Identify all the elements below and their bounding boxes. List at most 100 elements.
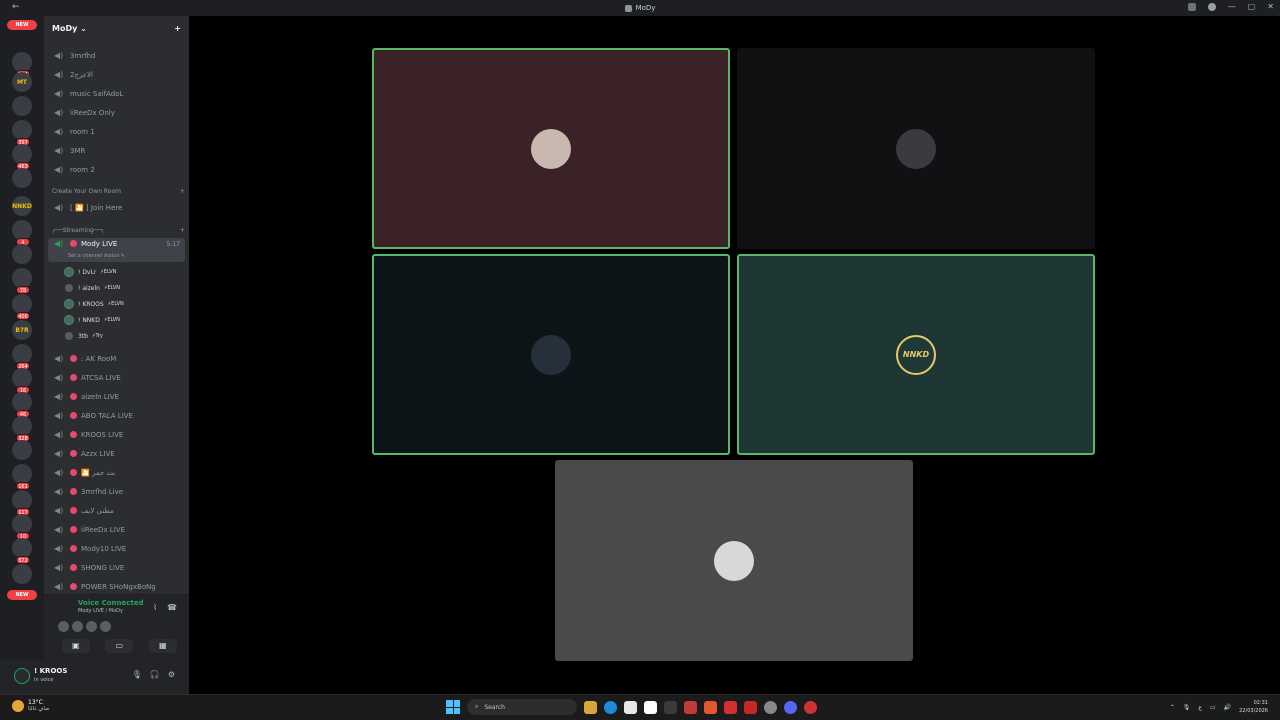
voice-member[interactable]: ! DvLr ⚡ELVN <box>64 265 116 279</box>
voice-status[interactable]: Voice Connected <box>78 599 144 607</box>
server-icon[interactable] <box>12 564 32 584</box>
voice-channel[interactable]: ◀) 3mrfhd <box>48 47 185 64</box>
voice-channel[interactable]: ◀) Azzx LIVE <box>48 445 185 462</box>
volume-icon[interactable]: 🔊 <box>1224 704 1231 711</box>
voice-channel-join-here[interactable]: ◀) [ 🎦 ] Join Here <box>48 199 185 216</box>
voice-member[interactable]: ! NNKD ⚡ELVN <box>64 313 120 327</box>
acrobat-icon[interactable] <box>724 700 737 714</box>
server-icon[interactable]: B7R <box>12 320 32 340</box>
network-icon[interactable]: ▭ <box>1210 704 1216 711</box>
terminal-icon[interactable] <box>664 700 677 714</box>
add-channel-icon[interactable]: + <box>180 227 185 234</box>
tile-3tb[interactable] <box>555 460 913 661</box>
new-servers-pill[interactable]: NEW <box>7 590 37 600</box>
voice-channel[interactable]: ◀) ABO TALA LIVE <box>48 407 185 424</box>
voice-channel[interactable]: ◀) 3MR <box>48 142 185 159</box>
clock[interactable]: 02:31 22/03/2026 <box>1239 699 1268 715</box>
capcut-icon[interactable] <box>764 700 777 714</box>
server-icon[interactable]: 463 <box>12 144 32 170</box>
discord-icon[interactable] <box>784 700 797 714</box>
minimize-button[interactable]: — <box>1228 2 1236 11</box>
server-header[interactable]: MoDy ⌄ + <box>44 16 189 40</box>
tile-dvlr[interactable] <box>372 48 730 249</box>
language-indicator[interactable]: ع <box>1198 704 1202 711</box>
server-icon[interactable]: 78 <box>12 268 32 294</box>
voice-channel[interactable]: ◀) room 1 <box>48 123 185 140</box>
voice-channel-active[interactable]: ◀) Mody LIVE 5:17 Set a channel status ✎ <box>48 238 185 262</box>
tray-mic-icon[interactable]: 🎙 <box>1183 704 1191 711</box>
voice-channel[interactable]: ◀) music SaifAdoL <box>48 85 185 102</box>
screen-share-button[interactable]: ▭ <box>105 639 134 653</box>
voice-channel[interactable]: ◀) مطنى لايف <box>48 502 185 519</box>
server-icon[interactable] <box>12 168 32 188</box>
stream-app-icon[interactable] <box>804 700 817 714</box>
file-explorer-icon[interactable] <box>584 700 597 714</box>
voice-channel[interactable]: ◀) الاعرج2 <box>48 66 185 83</box>
activities-button[interactable]: ▦ <box>148 639 177 653</box>
voice-channel[interactable]: ◀) iiReeDx LIVE <box>48 521 185 538</box>
disconnect-icon[interactable]: ☎ <box>167 603 177 612</box>
settings-gear-icon[interactable]: ⚙ <box>168 670 175 679</box>
server-icon[interactable]: 372 <box>12 538 32 564</box>
voice-channel[interactable]: ◀) ATCSA LIVE <box>48 369 185 386</box>
server-icon[interactable] <box>12 244 32 264</box>
camera-off-button[interactable]: ▣ <box>61 639 90 653</box>
store-icon[interactable] <box>624 700 637 714</box>
microphone-icon[interactable]: 🎙 <box>132 670 142 679</box>
voice-member[interactable]: ! KROOS ⚡ELVN <box>64 297 124 311</box>
voice-member[interactable]: ! aizeln ⚡ELVN <box>64 281 120 295</box>
channel-status-prompt[interactable]: Set a channel status ✎ <box>68 253 125 259</box>
voice-channel[interactable]: ◀) aizeln LIVE <box>48 388 185 405</box>
add-member-icon[interactable]: + <box>174 24 181 33</box>
maximize-button[interactable]: ▢ <box>1248 2 1256 11</box>
headphones-icon[interactable]: 🎧 <box>150 670 160 679</box>
edge-icon[interactable] <box>604 700 617 714</box>
close-button[interactable]: ✕ <box>1267 2 1274 11</box>
tile-nnkd[interactable]: NNKD <box>737 254 1095 455</box>
server-icon[interactable]: 264 <box>12 344 32 370</box>
taskbar-search[interactable]: ⌕ Search <box>467 699 577 715</box>
server-icon[interactable]: 254 <box>12 52 32 78</box>
voice-channel[interactable]: ◀) SHONG LIVE <box>48 559 185 576</box>
server-icon[interactable]: 117 <box>12 490 32 516</box>
voice-channel[interactable]: ◀) room 2 <box>48 161 185 178</box>
inbox-icon[interactable] <box>1187 2 1196 11</box>
server-icon[interactable]: 406 <box>12 294 32 320</box>
user-name[interactable]: ! KROOS <box>34 667 67 675</box>
app-a-icon[interactable] <box>744 700 757 714</box>
noise-suppression-icon[interactable]: ⌇ <box>153 603 157 612</box>
server-icon[interactable]: 328 <box>12 416 32 442</box>
back-arrow-icon[interactable]: ← <box>12 2 20 12</box>
tile-kroos[interactable] <box>372 254 730 455</box>
server-icon[interactable]: 161 <box>12 464 32 490</box>
server-icon[interactable]: 10 <box>12 514 32 540</box>
voice-channel[interactable]: ◀) 🎦 بث جمر <box>48 464 185 481</box>
voice-channel[interactable]: ◀) 3mrfhd Live <box>48 483 185 500</box>
new-servers-pill[interactable]: NEW <box>7 20 37 30</box>
voice-channel[interactable]: ◀) KROOS LIVE <box>48 426 185 443</box>
server-icon[interactable]: 46 <box>12 392 32 418</box>
server-icon[interactable] <box>12 440 32 460</box>
voice-channel[interactable]: ◀) Mody10 LIVE <box>48 540 185 557</box>
server-icon[interactable]: 397 <box>12 120 32 146</box>
server-icon[interactable]: NNKD <box>12 196 32 216</box>
server-icon[interactable]: 4 <box>12 220 32 246</box>
category-create-room[interactable]: Create Your Own Room + <box>52 188 185 195</box>
server-icon[interactable]: 16 <box>12 368 32 394</box>
start-button-icon[interactable] <box>446 700 460 714</box>
tray-chevron-icon[interactable]: ⌃ <box>1170 704 1175 711</box>
voice-member[interactable]: 3tb ⚡Try <box>64 329 103 343</box>
help-icon[interactable] <box>1207 2 1216 11</box>
notepad-icon[interactable] <box>644 700 657 714</box>
voice-channel[interactable]: ◀): AK RooM <box>48 350 185 367</box>
add-channel-icon[interactable]: + <box>180 188 185 195</box>
voice-channel[interactable]: ◀) POWER SHoNgxBoNg <box>48 578 185 595</box>
user-avatar[interactable] <box>14 668 30 684</box>
brave-icon[interactable] <box>704 700 717 714</box>
voice-channel-label[interactable]: Mody LIVE / MoDy <box>78 608 123 614</box>
server-icon[interactable]: MT <box>12 72 32 92</box>
weather-widget[interactable]: 13°C صافٍ غالبًا <box>12 699 49 712</box>
voice-channel[interactable]: ◀) iiReeDx Only <box>48 104 185 121</box>
category-streaming[interactable]: ┌──Streaming──┐ + <box>52 227 185 234</box>
tile-aizeln[interactable] <box>737 48 1095 249</box>
